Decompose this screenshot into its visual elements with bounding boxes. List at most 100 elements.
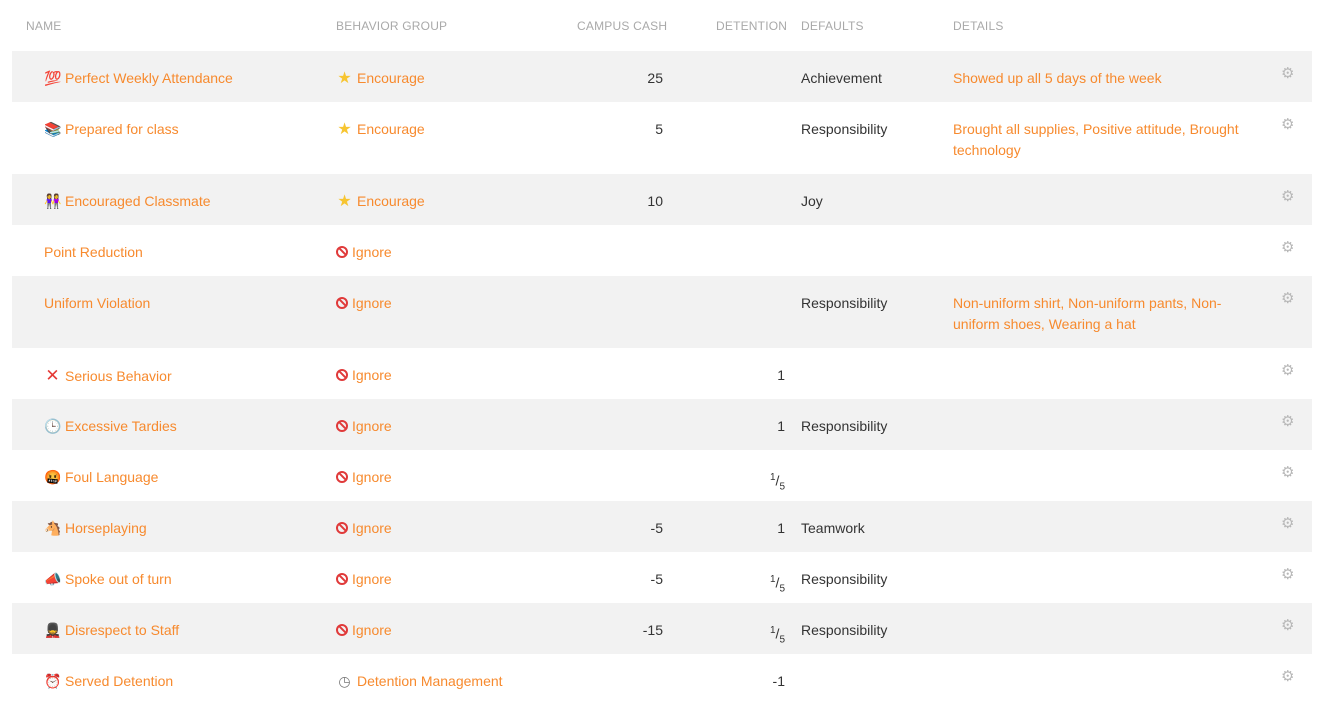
behavior-group-link[interactable]: Ignore <box>336 416 392 437</box>
defaults-value: Responsibility <box>801 418 888 434</box>
behavior-group-link[interactable]: Ignore <box>336 620 392 641</box>
behavior-group-link[interactable]: ★ Encourage <box>336 191 425 212</box>
settings-gear-icon[interactable]: ⚙ <box>1281 414 1295 429</box>
behavior-group-link[interactable]: ★ Encourage <box>336 119 424 140</box>
column-header-details[interactable]: DETAILS <box>953 19 1004 33</box>
behavior-name-link[interactable]: 🕒 Excessive Tardies <box>44 416 177 437</box>
table-row: ⏰ Served Detention ◷ Detention Management -1… <box>12 654 1312 705</box>
behavior-name-link[interactable]: Uniform Violation <box>44 293 150 314</box>
settings-gear-icon[interactable]: ⚙ <box>1281 291 1295 306</box>
detention-value: -1 <box>772 673 785 689</box>
defaults-value: Responsibility <box>801 571 888 587</box>
settings-gear-icon[interactable]: ⚙ <box>1281 516 1295 531</box>
behavior-group-link[interactable]: ★ Encourage <box>336 68 425 89</box>
table-row: 📚 Prepared for class ★ Encourage 5 Responsibi… <box>12 102 1312 174</box>
behavior-name-link[interactable]: 👭 Encouraged Classmate <box>44 191 211 212</box>
detention-value: 1 <box>777 520 785 536</box>
column-header-behavior-group[interactable]: BEHAVIOR GROUP <box>336 19 447 33</box>
behavior-group-link[interactable]: Ignore <box>336 518 392 539</box>
behavior-name-link[interactable]: Point Reduction <box>44 242 143 263</box>
behavior-name-link[interactable]: ✕ Serious Behavior <box>44 365 172 387</box>
no-entry-icon <box>336 624 348 636</box>
behavior-name-link[interactable]: 📚 Prepared for class <box>44 119 179 140</box>
settings-gear-icon[interactable]: ⚙ <box>1281 465 1295 480</box>
settings-gear-icon[interactable]: ⚙ <box>1281 567 1295 582</box>
behavior-group-label: Ignore <box>352 469 392 485</box>
column-header-detention[interactable]: DETENTION <box>716 19 787 33</box>
column-header-campus-cash[interactable]: CAMPUS CASH <box>577 19 667 33</box>
people-holding-hands-icon: 👭 <box>44 193 62 209</box>
campus-cash-value: 25 <box>647 70 663 86</box>
column-header-name[interactable]: NAME <box>26 19 61 33</box>
behavior-group-link[interactable]: Ignore <box>336 569 392 590</box>
detention-value: 1/5 <box>769 472 785 493</box>
no-entry-icon <box>336 297 348 309</box>
behavior-group-label: Encourage <box>357 193 425 209</box>
behavior-group-label: Detention Management <box>357 673 503 689</box>
cross-mark-icon: ✕ <box>45 366 60 385</box>
campus-cash-value: -5 <box>650 520 663 536</box>
no-entry-icon <box>336 369 348 381</box>
defaults-value: Teamwork <box>801 520 865 536</box>
defaults-value: Joy <box>801 193 823 209</box>
behavior-name: Prepared for class <box>65 121 179 137</box>
table-row: ✕ Serious Behavior Ignore 1 ⚙ <box>12 348 1312 399</box>
settings-gear-icon[interactable]: ⚙ <box>1281 189 1295 204</box>
behavior-group-link[interactable]: Ignore <box>336 293 392 314</box>
detention-value: 1 <box>777 367 785 383</box>
table-row: 📣 Spoke out of turn Ignore -5 1/5 Responsibil… <box>12 552 1312 603</box>
behavior-group-label: Ignore <box>352 622 392 638</box>
behavior-name: Spoke out of turn <box>65 571 172 587</box>
behavior-name: Encouraged Classmate <box>65 193 211 209</box>
detention-value: 1 <box>777 418 785 434</box>
table-row: 👭 Encouraged Classmate ★ Encourage 10 Joy ⚙ <box>12 174 1312 225</box>
star-icon: ★ <box>337 121 352 138</box>
behavior-group-link[interactable]: Ignore <box>336 242 392 263</box>
campus-cash-value: 10 <box>647 193 663 209</box>
behavior-name-link[interactable]: 🤬 Foul Language <box>44 467 158 488</box>
guard-icon: 💂 <box>44 622 62 638</box>
settings-gear-icon[interactable]: ⚙ <box>1281 66 1295 81</box>
details-link[interactable]: Showed up all 5 days of the week <box>953 68 1258 89</box>
behavior-name-link[interactable]: 📣 Spoke out of turn <box>44 569 172 590</box>
details-link[interactable]: Brought all supplies, Positive attitude,… <box>953 119 1258 161</box>
alarm-clock-icon: ⏰ <box>44 673 62 689</box>
behavior-group-link[interactable]: ◷ Detention Management <box>336 671 503 692</box>
star-icon: ★ <box>337 193 352 210</box>
defaults-value: Responsibility <box>801 295 888 311</box>
table-row: Point Reduction Ignore ⚙ <box>12 225 1312 276</box>
behavior-group-label: Ignore <box>352 295 392 311</box>
behavior-name-link[interactable]: ⏰ Served Detention <box>44 671 173 692</box>
behavior-name: Horseplaying <box>65 520 147 536</box>
behavior-group-label: Ignore <box>352 244 392 260</box>
behavior-group-label: Ignore <box>352 418 392 434</box>
campus-cash-value: 5 <box>655 121 663 137</box>
behaviors-table: NAME BEHAVIOR GROUP CAMPUS CASH DETENTIO… <box>12 0 1312 705</box>
behavior-name: Served Detention <box>65 673 174 689</box>
behavior-group-link[interactable]: Ignore <box>336 467 392 488</box>
behavior-name-link[interactable]: 💯 Perfect Weekly Attendance <box>44 68 233 89</box>
behavior-group-label: Ignore <box>352 571 392 587</box>
behavior-name: Uniform Violation <box>44 295 151 311</box>
settings-gear-icon[interactable]: ⚙ <box>1281 240 1295 255</box>
defaults-value: Responsibility <box>801 622 888 638</box>
campus-cash-value: -5 <box>650 571 663 587</box>
settings-gear-icon[interactable]: ⚙ <box>1281 618 1295 633</box>
behavior-name-link[interactable]: 🐴 Horseplaying <box>44 518 147 539</box>
settings-gear-icon[interactable]: ⚙ <box>1281 363 1295 378</box>
horse-icon: 🐴 <box>44 520 62 536</box>
details-link[interactable]: Non-uniform shirt, Non-uniform pants, No… <box>953 293 1258 335</box>
settings-gear-icon[interactable]: ⚙ <box>1281 117 1295 132</box>
behavior-name-link[interactable]: 💂 Disrespect to Staff <box>44 620 179 641</box>
hundred-points-icon: 💯 <box>44 70 62 86</box>
books-icon: 📚 <box>44 121 62 137</box>
behavior-group-label: Encourage <box>357 70 425 86</box>
column-header-defaults[interactable]: DEFAULTS <box>801 19 864 33</box>
behavior-group-link[interactable]: Ignore <box>336 365 392 386</box>
no-entry-icon <box>336 471 348 483</box>
settings-gear-icon[interactable]: ⚙ <box>1281 669 1295 684</box>
behavior-name: Serious Behavior <box>65 368 172 384</box>
campus-cash-value: -15 <box>642 622 663 638</box>
defaults-value: Responsibility <box>801 121 888 137</box>
behavior-name: Excessive Tardies <box>65 418 177 434</box>
